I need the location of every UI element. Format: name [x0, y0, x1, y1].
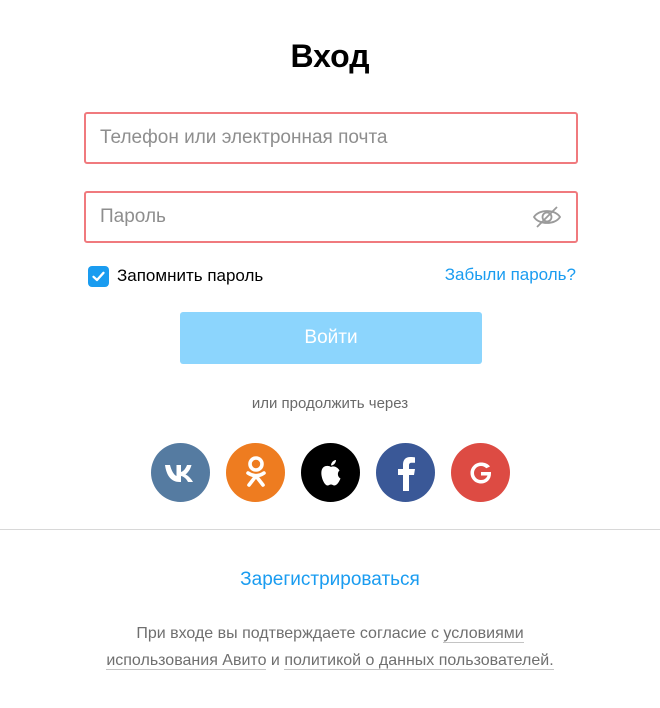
- google-icon: [470, 462, 491, 483]
- checkmark-icon: [92, 271, 105, 281]
- facebook-login-button[interactable]: [376, 443, 435, 502]
- google-login-button[interactable]: [451, 443, 510, 502]
- odnoklassniki-login-button[interactable]: [226, 443, 285, 502]
- eye-crossed-icon[interactable]: [532, 205, 562, 229]
- remember-checkbox[interactable]: [88, 265, 109, 287]
- social-login-list: [151, 443, 510, 502]
- login-page: Вход Запомнить пароль Забыли пароль? Вой…: [0, 0, 660, 708]
- remember-password-toggle[interactable]: Запомнить пароль: [88, 264, 263, 288]
- legal-prefix: При входе вы подтверждаете согласие с: [136, 625, 439, 642]
- forgot-password-link[interactable]: Забыли пароль?: [445, 265, 576, 285]
- password-field[interactable]: [84, 191, 578, 243]
- odnoklassniki-icon: [245, 455, 266, 487]
- password-input[interactable]: [86, 193, 520, 241]
- login-button[interactable]: Войти: [180, 312, 482, 364]
- apple-login-button[interactable]: [301, 443, 360, 502]
- register-link[interactable]: Зарегистрироваться: [0, 569, 660, 591]
- page-title: Вход: [290, 38, 370, 74]
- remember-label: Запомнить пароль: [117, 266, 264, 285]
- legal-and: и: [270, 652, 280, 669]
- legal-notice: При входе вы подтверждаете согласие с ус…: [80, 620, 580, 674]
- vk-login-button[interactable]: [151, 443, 210, 502]
- apple-icon: [320, 459, 340, 485]
- social-caption: или продолжить через: [251, 395, 409, 412]
- phone-email-field[interactable]: [84, 112, 578, 164]
- divider: [0, 529, 660, 530]
- vk-icon: [164, 464, 193, 482]
- phone-email-input[interactable]: [86, 114, 520, 162]
- facebook-icon: [397, 456, 415, 491]
- privacy-policy-link[interactable]: политикой о данных пользователей.: [284, 652, 554, 670]
